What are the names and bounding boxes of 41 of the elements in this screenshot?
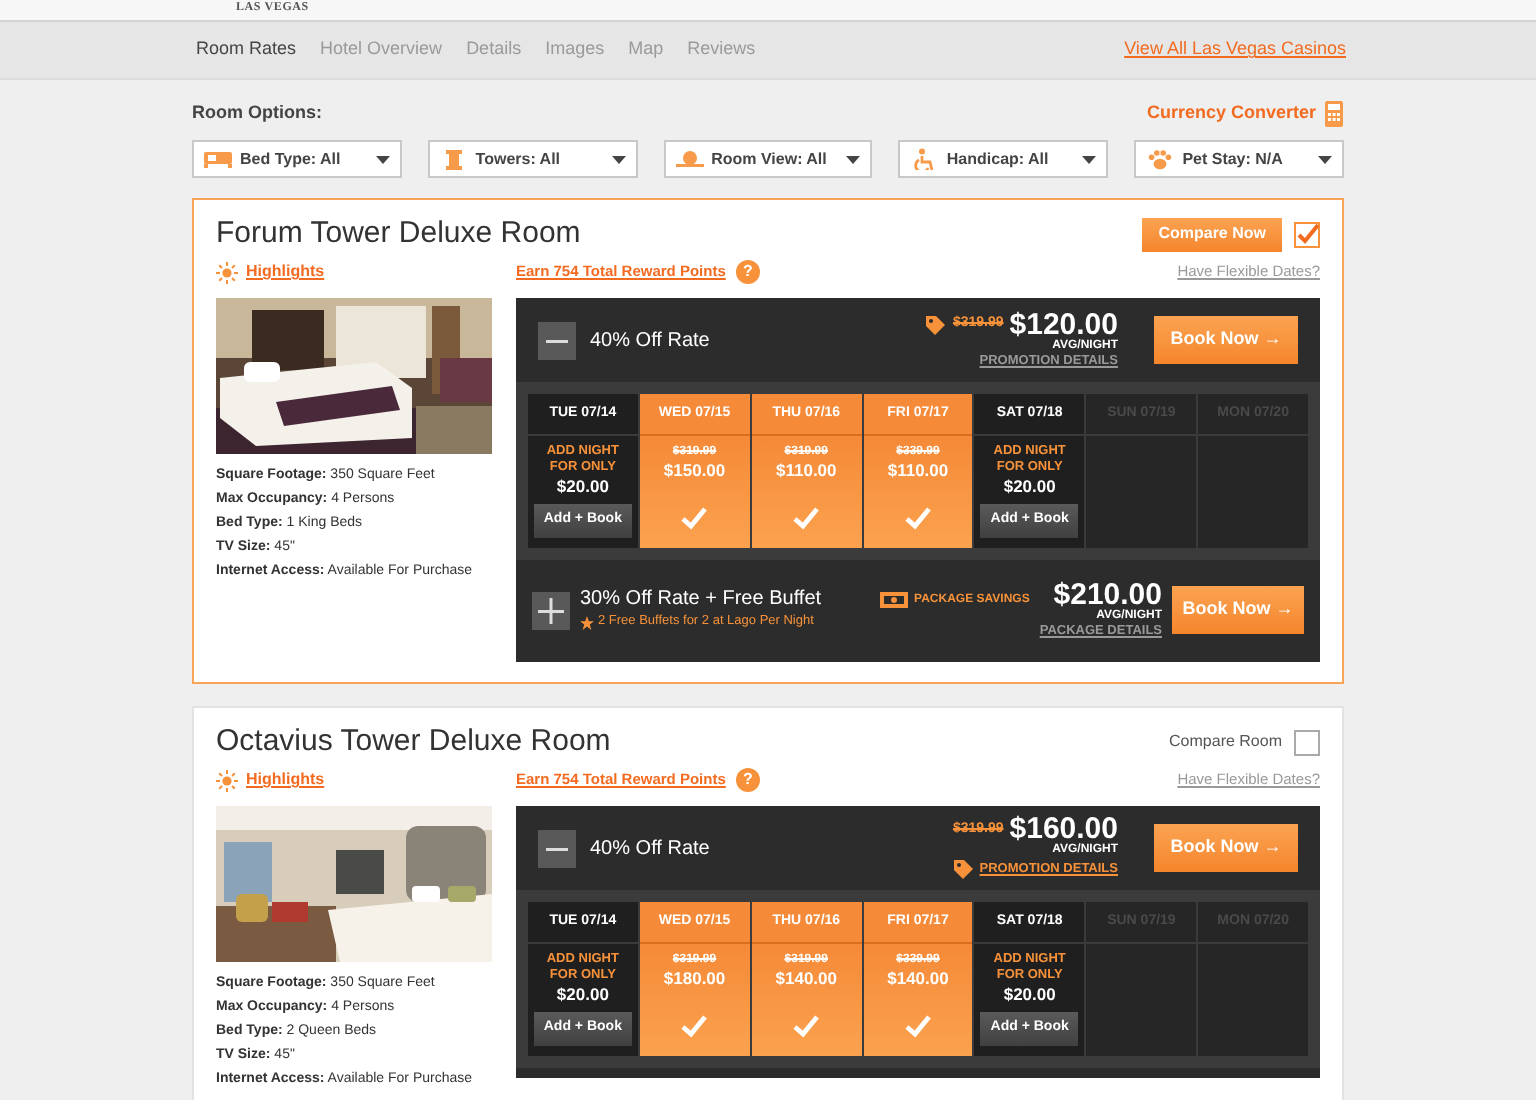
- price: $110.00: [887, 460, 949, 482]
- currency-converter-link[interactable]: Currency Converter: [1146, 100, 1316, 128]
- help-badge[interactable]: ?: [735, 260, 760, 284]
- room-title: Octavius Tower Deluxe Room: [216, 721, 611, 762]
- highlights-link[interactable]: Highlights: [246, 768, 325, 792]
- price: $120.00: [1009, 311, 1118, 339]
- filter-dropdown[interactable]: Bed Type: All: [192, 140, 402, 178]
- options-title: Room Options:: [192, 100, 322, 127]
- price: $20.00: [1003, 476, 1056, 498]
- price: $180.00: [663, 968, 726, 990]
- casinos-link[interactable]: View All Las Vegas Casinos: [1124, 36, 1346, 64]
- price: $210.00: [1053, 581, 1162, 609]
- filter-dropdown[interactable]: Room View: All: [663, 140, 873, 178]
- filter-dropdown[interactable]: Pet Stay: N/A: [1134, 140, 1344, 178]
- price: $20.00: [1003, 984, 1056, 1006]
- compare-button[interactable]: Compare Now: [1142, 217, 1282, 251]
- nav-tab[interactable]: Hotel Overview: [320, 36, 443, 64]
- price: $20.00: [556, 476, 609, 498]
- price: $20.00: [556, 984, 609, 1006]
- nav-tab[interactable]: Details: [466, 36, 522, 64]
- filter-dropdown[interactable]: Towers: All: [427, 140, 638, 178]
- help-badge[interactable]: ?: [735, 768, 760, 792]
- nav-tab[interactable]: Map: [628, 36, 664, 64]
- package-title: 30% Off Rate + Free Buffet: [580, 588, 822, 613]
- price: $160.00: [1009, 816, 1118, 844]
- room-title: Forum Tower Deluxe Room: [216, 213, 581, 254]
- book-now-button[interactable]: Book Now →: [1154, 316, 1298, 364]
- price: $150.00: [663, 460, 726, 482]
- price: $140.00: [775, 968, 837, 990]
- filter-dropdown[interactable]: Handicap: All: [898, 140, 1109, 178]
- compare-label: Compare Room: [1169, 730, 1282, 754]
- nav-tab[interactable]: Reviews: [687, 36, 756, 64]
- rate-title: 40% Off Rate: [590, 835, 710, 863]
- nav-tab[interactable]: Images: [545, 36, 605, 64]
- price: $110.00: [776, 460, 837, 482]
- rate-title: 40% Off Rate: [590, 327, 710, 355]
- book-now-button[interactable]: Book Now →: [1154, 824, 1298, 872]
- price: $140.00: [887, 968, 949, 990]
- highlights-link[interactable]: Highlights: [246, 260, 325, 284]
- nav-tab[interactable]: Room Rates: [196, 36, 297, 64]
- book-now-button[interactable]: Book Now →: [1172, 586, 1304, 634]
